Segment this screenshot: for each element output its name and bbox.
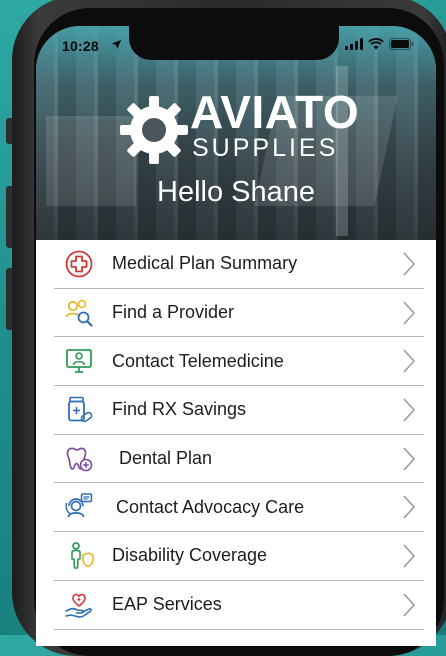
providers-search-icon <box>65 299 93 327</box>
app-screen: 10:28 AVIATO SUPPLIES Hello Shane Medica… <box>36 26 436 646</box>
chevron-right-icon <box>403 495 416 519</box>
menu-item-find-rx-savings[interactable]: Find RX Savings <box>54 386 424 435</box>
chevron-right-icon <box>403 301 416 325</box>
menu-item-dental-plan[interactable]: Dental Plan <box>54 435 424 484</box>
menu-item-label: Medical Plan Summary <box>112 253 298 274</box>
chevron-right-icon <box>403 349 416 373</box>
benefits-menu: Medical Plan Summary Find a Provider Con… <box>36 240 436 630</box>
menu-item-label: Disability Coverage <box>112 545 268 566</box>
menu-item-eap-services[interactable]: EAP Services <box>54 581 424 630</box>
menu-item-label: Contact Advocacy Care <box>116 496 305 517</box>
telemedicine-monitor-icon <box>66 349 92 374</box>
person-shield-icon <box>71 542 94 569</box>
camera-notch <box>129 26 339 60</box>
gear-logo-icon <box>120 96 188 164</box>
header-banner: 10:28 AVIATO SUPPLIES Hello Shane <box>36 26 436 240</box>
menu-item-find-a-provider[interactable]: Find a Provider <box>54 289 424 338</box>
menu-item-medical-plan-summary[interactable]: Medical Plan Summary <box>54 240 424 289</box>
menu-item-contact-telemedicine[interactable]: Contact Telemedicine <box>54 337 424 387</box>
status-bar: 10:28 <box>36 26 436 66</box>
pill-bottle-icon <box>68 396 93 423</box>
menu-item-disability-coverage[interactable]: Disability Coverage <box>54 532 424 581</box>
chevron-right-icon <box>403 447 416 471</box>
wifi-icon <box>368 38 384 50</box>
brand-subtitle: SUPPLIES <box>192 134 339 162</box>
brand-name: AVIATO <box>190 86 360 138</box>
battery-icon <box>389 38 414 50</box>
medical-cross-icon <box>65 250 93 278</box>
brand-logo: AVIATO SUPPLIES <box>118 86 388 188</box>
menu-item-label: Contact Telemedicine <box>112 350 284 371</box>
chevron-right-icon <box>403 544 416 568</box>
chevron-right-icon <box>403 252 416 276</box>
cell-signal-icon <box>345 38 363 50</box>
tooth-icon <box>66 447 93 471</box>
menu-item-label: EAP Services <box>112 594 222 615</box>
menu-item-label: Find a Provider <box>112 302 235 323</box>
menu-item-label: Find RX Savings <box>112 399 247 420</box>
location-arrow-icon <box>111 39 122 50</box>
heart-hand-icon <box>65 593 92 618</box>
advocate-headset-icon <box>65 493 93 518</box>
menu-item-contact-advocacy-care[interactable]: Contact Advocacy Care <box>54 483 424 533</box>
chevron-right-icon <box>403 398 416 422</box>
chevron-right-icon <box>403 593 416 617</box>
greeting-title: Hello Shane <box>157 176 315 208</box>
status-time: 10:28 <box>62 38 99 54</box>
menu-item-label: Dental Plan <box>119 448 213 469</box>
